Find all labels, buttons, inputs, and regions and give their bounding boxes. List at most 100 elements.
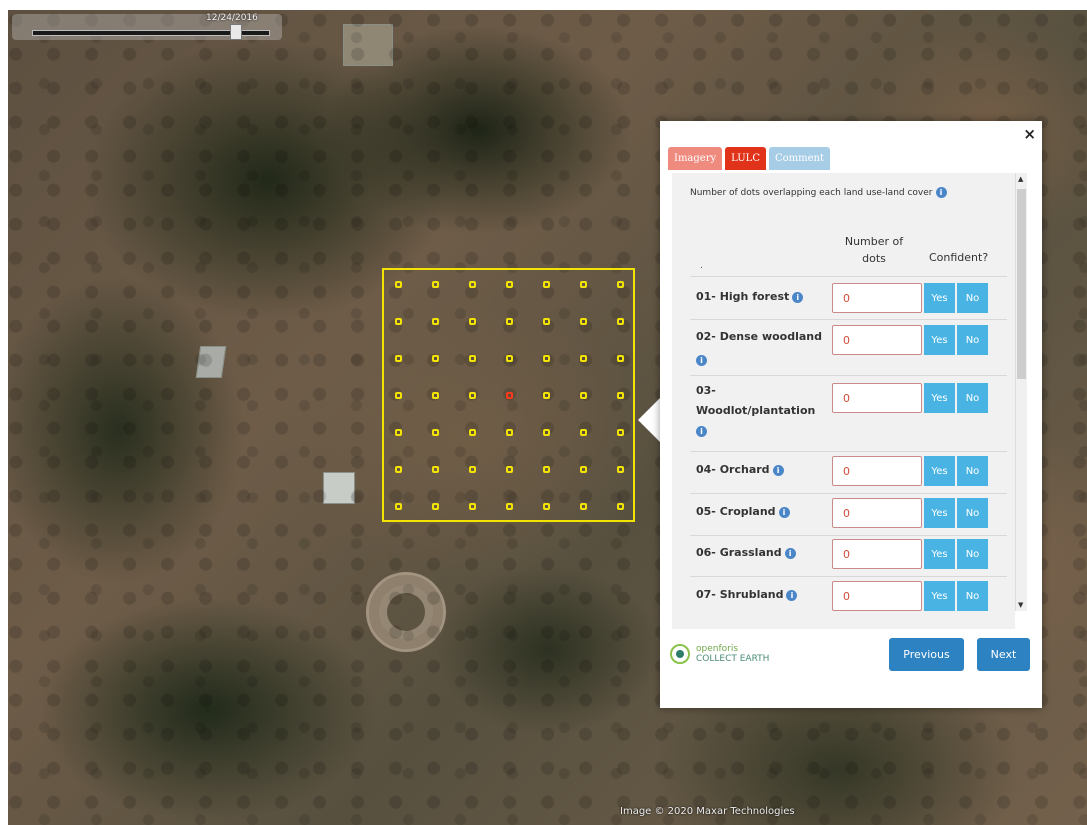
circular-structure [366,572,446,652]
info-icon[interactable]: i [784,547,796,559]
row-label-text: 04- Orchard [696,463,770,476]
sample-point [469,281,476,288]
no-button[interactable]: No [957,283,988,313]
sample-point [395,281,402,288]
sample-point [580,281,587,288]
yes-button[interactable]: Yes [924,498,955,528]
time-slider[interactable]: 12/24/2016 [12,13,282,40]
tab-imagery[interactable]: Imagery [668,147,723,170]
sample-point [395,355,402,362]
sample-point [432,355,439,362]
sample-point [506,281,513,288]
openforis-logo: openforis COLLECT EARTH [670,644,769,664]
row-woodlot-plantation: 03- Woodlot/plantation i YesNo [690,381,1008,451]
row-divider [690,493,1007,494]
yes-button[interactable]: Yes [924,383,955,413]
sample-point [617,429,624,436]
row-label: 01- High forest i [696,285,824,308]
sample-point [543,355,550,362]
sample-point [543,503,550,510]
sample-point [543,392,550,399]
sample-point [432,281,439,288]
tab-lulc[interactable]: LULC [725,147,766,170]
next-button[interactable]: Next [977,638,1030,671]
scroll-down-icon[interactable]: ▼ [1018,601,1023,609]
building-roof [343,24,393,66]
header-blank: . [700,261,703,271]
dots-input-woodlot[interactable] [832,383,922,413]
row-label-text: 06- Grassland [696,546,782,559]
sample-point [580,355,587,362]
dots-input-dense-woodland[interactable] [832,325,922,355]
yes-button[interactable]: Yes [924,325,955,355]
info-icon[interactable]: i [786,589,798,601]
sample-point [469,318,476,325]
logo-text: openforis COLLECT EARTH [696,644,769,664]
sample-point [617,466,624,473]
row-divider [690,375,1007,376]
info-icon[interactable]: i [778,506,790,518]
sample-point [580,466,587,473]
info-icon[interactable]: i [696,354,707,366]
info-icon[interactable]: i [935,187,947,198]
info-icon[interactable]: i [696,425,707,437]
sample-point [543,466,550,473]
row-grassland: 06- Grasslandi YesNo [690,539,1008,575]
sample-point [543,281,550,288]
logo-text-top: openforis [696,644,739,654]
logo-text-bottom: COLLECT EARTH [696,654,770,664]
info-icon[interactable]: i [792,291,804,303]
sample-point [469,392,476,399]
sample-point [617,355,624,362]
dots-input-cropland[interactable] [832,498,922,528]
sample-point [395,503,402,510]
survey-panel: × Imagery LULC Comment Number of dots ov… [660,121,1042,708]
dots-input-shrubland[interactable] [832,581,922,611]
sample-point [580,392,587,399]
sample-point [506,503,513,510]
sample-point [432,392,439,399]
confident-toggle: Yes No [924,539,988,569]
imagery-credit: Image © 2020 Maxar Technologies [620,806,795,817]
confident-toggle: Yes No [924,581,988,611]
yes-button[interactable]: Yes [924,456,955,486]
sample-point [506,355,513,362]
yes-button[interactable]: Yes [924,539,955,569]
dots-input-orchard[interactable] [832,456,922,486]
confident-toggle: Yes No [924,498,988,528]
scrollbar-thumb[interactable] [1017,189,1026,379]
no-button[interactable]: No [957,456,988,486]
dots-input-high-forest[interactable] [832,283,922,313]
tab-comment[interactable]: Comment [768,147,830,170]
row-high-forest: 01- High foresti YesNo [690,283,1008,319]
close-icon[interactable]: × [1023,125,1036,143]
row-label: 02- Dense woodland i [696,325,824,371]
no-button[interactable]: No [957,383,988,413]
sample-point [469,355,476,362]
no-button[interactable]: No [957,325,988,355]
previous-button[interactable]: Previous [889,638,964,671]
time-slider-thumb[interactable] [230,24,242,40]
sample-point [432,503,439,510]
yes-button[interactable]: Yes [924,581,955,611]
header-divider [690,276,1007,277]
row-label-text: 01- High forest [696,290,790,303]
row-label-text: 05- Cropland [696,505,776,518]
sample-point [469,503,476,510]
no-button[interactable]: No [957,539,988,569]
form-scrollbar[interactable]: ▲ ▼ [1015,173,1027,611]
scroll-up-icon[interactable]: ▲ [1018,175,1023,183]
no-button[interactable]: No [957,581,988,611]
form-instructions-text: Number of dots overlapping each land use… [690,188,933,198]
confident-toggle: Yes No [924,283,988,313]
yes-button[interactable]: Yes [924,283,955,313]
sample-point [395,318,402,325]
row-label: 05- Cropland i [696,500,824,523]
sample-plot-grid [382,268,635,522]
sample-point [506,318,513,325]
confident-toggle: Yes No [924,456,988,486]
lulc-form[interactable]: Number of dots overlapping each land use… [672,173,1015,629]
no-button[interactable]: No [957,498,988,528]
dots-input-grassland[interactable] [832,539,922,569]
info-icon[interactable]: i [772,464,784,476]
